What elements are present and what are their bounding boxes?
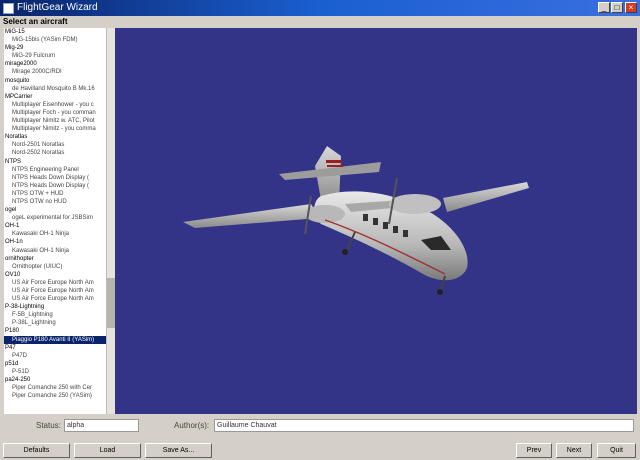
prev-button[interactable]: Prev — [516, 443, 552, 458]
list-group-header[interactable]: OH-1n — [4, 238, 114, 246]
list-group-header[interactable]: Noratlas — [4, 133, 114, 141]
list-item[interactable]: NTPS OTW no HUD — [4, 198, 114, 206]
list-item[interactable]: Piaggio P180 Avanti II (YASim) — [4, 335, 114, 344]
load-button[interactable]: Load — [74, 443, 141, 458]
list-item[interactable]: Piper Comanche 250 with Cer — [4, 384, 114, 392]
list-item[interactable]: P-51D — [4, 368, 114, 376]
button-row: Defaults Load Save As... Prev Next Quit — [0, 442, 640, 460]
aircraft-preview — [115, 28, 637, 414]
status-label: Status: — [36, 421, 61, 430]
list-item[interactable]: de Havilland Mosquito B Mk.16 — [4, 85, 114, 93]
author-field[interactable]: Guillaume Chauvat — [214, 419, 634, 432]
list-group-header[interactable]: MiG-15 — [4, 28, 114, 36]
list-item[interactable]: US Air Force Europe North Am — [4, 287, 114, 295]
scrollbar-thumb[interactable] — [107, 278, 115, 328]
list-item[interactable]: NTPS Heads Down Display ( — [4, 182, 114, 190]
list-group-header[interactable]: OV10 — [4, 271, 114, 279]
list-group-header[interactable]: mosquito — [4, 77, 114, 85]
list-item[interactable]: US Air Force Europe North Am — [4, 279, 114, 287]
list-item[interactable]: Kawasaki OH-1 Ninja — [4, 230, 114, 238]
list-group-header[interactable]: ogel — [4, 206, 114, 214]
page-heading: Select an aircraft — [3, 17, 68, 26]
status-row: Status: alpha Author(s): Guillaume Chauv… — [0, 416, 640, 436]
title-bar: FlightGear Wizard _ □ × — [0, 0, 640, 16]
list-item[interactable]: ogeL experimental for JSBSim — [4, 214, 114, 222]
list-group-header[interactable]: MPCarrier — [4, 93, 114, 101]
list-scrollbar[interactable] — [106, 28, 115, 414]
list-item[interactable]: MiG-15bis (YASim FDM) — [4, 36, 114, 44]
list-group-header[interactable]: P-38-Lightning — [4, 303, 114, 311]
list-group-header[interactable]: Mig-29 — [4, 44, 114, 52]
list-item[interactable]: P-38L_Lightning — [4, 319, 114, 327]
list-group-header[interactable]: p51d — [4, 360, 114, 368]
window-title: FlightGear Wizard — [17, 2, 98, 13]
aircraft-model-image — [183, 146, 529, 295]
list-item[interactable]: Multiplayer Nimitz w. ATC, Pilot — [4, 117, 114, 125]
aircraft-list[interactable]: MiG-15 MiG-15bis (YASim FDM) Mig-29 MiG-29 … — [4, 28, 115, 414]
app-icon — [3, 3, 14, 14]
list-item[interactable]: Multiplayer Eisenhower - you c — [4, 101, 114, 109]
list-item[interactable]: Ornithopter (UIUC) — [4, 263, 114, 271]
maximize-button[interactable]: □ — [611, 2, 623, 13]
list-item[interactable]: Nord-2502 Noratlas — [4, 149, 114, 157]
close-button[interactable]: × — [625, 2, 637, 13]
next-button[interactable]: Next — [556, 443, 592, 458]
list-group-header[interactable]: OH-1 — [4, 222, 114, 230]
list-item[interactable]: NTPS Engineering Panel — [4, 166, 114, 174]
list-group-header[interactable]: NTPS — [4, 158, 114, 166]
defaults-button[interactable]: Defaults — [3, 443, 70, 458]
save-as-button[interactable]: Save As... — [145, 443, 212, 458]
list-item[interactable]: MiG-29 Fulcrum — [4, 52, 114, 60]
list-item[interactable]: NTPS Heads Down Display ( — [4, 174, 114, 182]
quit-button[interactable]: Quit — [597, 443, 636, 458]
list-group-header[interactable]: P180 — [4, 327, 114, 335]
list-item[interactable]: Nord-2501 Noratlas — [4, 141, 114, 149]
list-item[interactable]: Multiplayer Foch - you comman — [4, 109, 114, 117]
minimize-button[interactable]: _ — [598, 2, 610, 13]
list-item[interactable]: F-5B_Lightning — [4, 311, 114, 319]
list-item[interactable]: Mirage 2000C/RDI — [4, 68, 114, 76]
list-item[interactable]: US Air Force Europe North Am — [4, 295, 114, 303]
list-item[interactable]: Piper Comanche 250 (YASim) — [4, 392, 114, 400]
list-item[interactable]: Kawasaki OH-1 Ninja — [4, 247, 114, 255]
status-field[interactable]: alpha — [64, 419, 139, 432]
list-item[interactable]: Multiplayer Nimitz - you comma — [4, 125, 114, 133]
list-group-header[interactable]: ornithopter — [4, 255, 114, 263]
list-group-header[interactable]: pa24-250 — [4, 376, 114, 384]
author-label: Author(s): — [174, 421, 210, 430]
list-group-header[interactable]: P47 — [4, 344, 114, 352]
list-item[interactable]: P47D — [4, 352, 114, 360]
list-item[interactable]: NTPS OTW + HUD — [4, 190, 114, 198]
list-group-header[interactable]: mirage2000 — [4, 60, 114, 68]
